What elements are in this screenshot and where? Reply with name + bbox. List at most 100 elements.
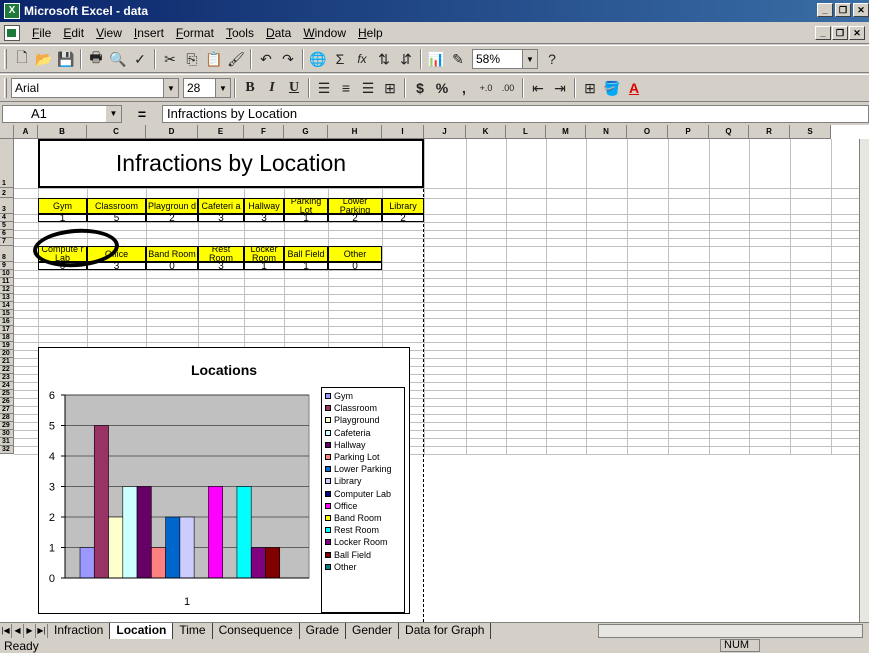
row-header-28[interactable]: 28 xyxy=(0,414,14,422)
table-header-cell[interactable]: Ball Field xyxy=(284,246,328,262)
row-header-18[interactable]: 18 xyxy=(0,334,14,342)
tab-time[interactable]: Time xyxy=(173,622,213,639)
comma-button[interactable]: , xyxy=(453,77,475,99)
table-header-cell[interactable]: Lower Parking xyxy=(328,198,382,214)
paste-icon[interactable]: 📋 xyxy=(203,48,225,70)
row-header-14[interactable]: 14 xyxy=(0,302,14,310)
table-header-cell[interactable]: Cafeteri a xyxy=(198,198,244,214)
align-left-icon[interactable]: ☰ xyxy=(313,77,335,99)
table-value-cell[interactable]: 0 xyxy=(146,262,198,270)
zoom-select[interactable]: 58% ▼ xyxy=(472,49,538,69)
column-header-o[interactable]: O xyxy=(627,125,668,139)
row-header-21[interactable]: 21 xyxy=(0,358,14,366)
locations-chart[interactable]: Locations 01234561 Gym Classroom Playgroun… xyxy=(38,347,410,614)
redo-icon[interactable]: ↷ xyxy=(277,48,299,70)
menu-window[interactable]: Window xyxy=(297,26,352,40)
column-header-e[interactable]: E xyxy=(198,125,244,139)
percent-button[interactable]: % xyxy=(431,77,453,99)
save-icon[interactable]: 💾 xyxy=(55,48,77,70)
open-icon[interactable]: 📂 xyxy=(33,48,55,70)
tab-gender[interactable]: Gender xyxy=(346,622,400,639)
row-header-26[interactable]: 26 xyxy=(0,398,14,406)
fill-color-icon[interactable]: 🪣 xyxy=(601,77,623,99)
column-header-a[interactable]: A xyxy=(14,125,38,139)
italic-button[interactable]: I xyxy=(261,77,283,99)
print-icon[interactable]: 🖶 xyxy=(85,48,107,70)
tab-location[interactable]: Location xyxy=(110,622,174,639)
row-header-10[interactable]: 10 xyxy=(0,270,14,278)
column-header-b[interactable]: B xyxy=(38,125,87,139)
column-header-r[interactable]: R xyxy=(749,125,790,139)
row-header-16[interactable]: 16 xyxy=(0,318,14,326)
undo-icon[interactable]: ↶ xyxy=(255,48,277,70)
row-header-1[interactable]: 1 xyxy=(0,139,14,188)
tab-grade[interactable]: Grade xyxy=(300,622,347,639)
sort-ascending-icon[interactable]: ⇅ xyxy=(373,48,395,70)
drawing-icon[interactable]: ✎ xyxy=(447,48,469,70)
tab-consequence[interactable]: Consequence xyxy=(213,622,300,639)
table-value-cell[interactable]: 3 xyxy=(244,214,284,222)
help-icon[interactable]: ? xyxy=(541,48,563,70)
row-header-13[interactable]: 13 xyxy=(0,294,14,302)
prev-sheet-icon[interactable]: ◀ xyxy=(12,623,24,638)
next-sheet-icon[interactable]: ▶ xyxy=(24,623,36,638)
column-header-n[interactable]: N xyxy=(586,125,627,139)
table-header-cell[interactable]: Library xyxy=(382,198,424,214)
row-header-4[interactable]: 4 xyxy=(0,214,14,222)
row-header-23[interactable]: 23 xyxy=(0,374,14,382)
toolbar-grip[interactable] xyxy=(4,49,7,69)
column-header-f[interactable]: F xyxy=(244,125,284,139)
tab-infraction[interactable]: Infraction xyxy=(48,622,111,639)
sheet-title-cell[interactable]: Infractions by Location xyxy=(38,139,424,188)
row-header-11[interactable]: 11 xyxy=(0,278,14,286)
minimize-button[interactable]: _ xyxy=(817,3,833,17)
sort-descending-icon[interactable]: ⇵ xyxy=(395,48,417,70)
align-right-icon[interactable]: ☰ xyxy=(357,77,379,99)
menu-tools[interactable]: Tools xyxy=(220,26,260,40)
table-value-cell[interactable]: 5 xyxy=(87,214,146,222)
increase-decimal-button[interactable]: +.0 xyxy=(475,77,497,99)
table-header-cell[interactable]: Rest Room xyxy=(198,246,244,262)
format-painter-icon[interactable]: 🖌 xyxy=(225,48,247,70)
menu-edit[interactable]: Edit xyxy=(57,26,90,40)
table-header-cell[interactable]: Other xyxy=(328,246,382,262)
table-value-cell[interactable]: 2 xyxy=(382,214,424,222)
row-header-22[interactable]: 22 xyxy=(0,366,14,374)
toolbar-grip[interactable] xyxy=(4,78,7,98)
menu-format[interactable]: Format xyxy=(170,26,220,40)
row-header-25[interactable]: 25 xyxy=(0,390,14,398)
spelling-icon[interactable]: ✓ xyxy=(129,48,151,70)
decrease-decimal-button[interactable]: .00 xyxy=(497,77,519,99)
row-header-30[interactable]: 30 xyxy=(0,430,14,438)
doc-close-button[interactable]: ✕ xyxy=(849,26,865,40)
row-header-3[interactable]: 3 xyxy=(0,198,14,214)
horizontal-scrollbar[interactable] xyxy=(598,624,863,638)
close-button[interactable]: ✕ xyxy=(853,3,869,17)
row-header-29[interactable]: 29 xyxy=(0,422,14,430)
workbook-icon[interactable] xyxy=(4,24,20,41)
underline-button[interactable]: U xyxy=(283,77,305,99)
row-header-19[interactable]: 19 xyxy=(0,342,14,350)
select-all-button[interactable] xyxy=(0,125,14,139)
menu-help[interactable]: Help xyxy=(352,26,389,40)
column-header-m[interactable]: M xyxy=(546,125,586,139)
tab-data-for-graph[interactable]: Data for Graph xyxy=(399,622,492,639)
decrease-indent-icon[interactable]: ⇤ xyxy=(527,77,549,99)
last-sheet-icon[interactable]: ▶| xyxy=(36,623,48,638)
row-header-32[interactable]: 32 xyxy=(0,446,14,454)
row-header-6[interactable]: 6 xyxy=(0,230,14,238)
doc-restore-button[interactable]: ❐ xyxy=(832,26,848,40)
table-header-cell[interactable]: Hallway xyxy=(244,198,284,214)
column-header-p[interactable]: P xyxy=(668,125,709,139)
chevron-down-icon[interactable]: ▼ xyxy=(163,79,178,97)
table-value-cell[interactable]: 0 xyxy=(328,262,382,270)
row-header-9[interactable]: 9 xyxy=(0,262,14,270)
font-color-icon[interactable]: A xyxy=(623,77,645,99)
row-header-15[interactable]: 15 xyxy=(0,310,14,318)
row-header-20[interactable]: 20 xyxy=(0,350,14,358)
cut-icon[interactable]: ✂ xyxy=(159,48,181,70)
column-header-d[interactable]: D xyxy=(146,125,198,139)
chart-wizard-icon[interactable]: 📊 xyxy=(425,48,447,70)
first-sheet-icon[interactable]: |◀ xyxy=(0,623,12,638)
table-header-cell[interactable]: Parking Lot xyxy=(284,198,328,214)
